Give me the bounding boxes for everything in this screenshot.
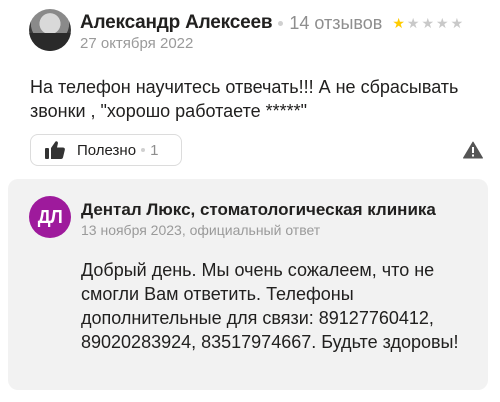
star-empty-icon: ★ <box>436 15 449 31</box>
useful-button[interactable]: Полезно 1 <box>30 134 182 166</box>
author-name[interactable]: Александр Алексеев <box>80 12 273 34</box>
rating-stars: ★ ★ ★ ★ ★ <box>392 16 463 30</box>
author-avatar[interactable] <box>29 9 71 51</box>
reply-date: 13 ноября 2023, официальный ответ <box>81 222 321 238</box>
author-row: Александр Алексеев 14 отзывов ★ ★ ★ ★ ★ <box>80 11 463 35</box>
star-empty-icon: ★ <box>421 15 435 31</box>
star-empty-icon: ★ <box>406 15 420 31</box>
useful-count: 1 <box>150 141 159 159</box>
separator-dot <box>278 20 284 26</box>
org-avatar[interactable]: ДЛ <box>29 196 71 238</box>
official-reply: ДЛ Дентал Люкс, стоматологическая клиник… <box>8 179 488 390</box>
review-date: 27 октября 2022 <box>80 35 194 52</box>
org-name[interactable]: Дентал Люкс, стоматологическая клиника <box>81 200 479 220</box>
reply-text: Добрый день. Мы очень сожалеем, что не с… <box>81 260 459 352</box>
star-empty-icon: ★ <box>450 15 464 31</box>
review-text: На телефон научитесь отвечать!!! А не сб… <box>30 77 459 121</box>
warning-triangle-icon[interactable] <box>463 141 483 159</box>
review-card: Александр Алексеев 14 отзывов ★ ★ ★ ★ ★ … <box>0 0 500 170</box>
separator-dot <box>141 148 146 152</box>
star-filled-icon: ★ <box>392 15 405 31</box>
author-reviews-count[interactable]: 14 отзывов <box>289 13 382 34</box>
useful-label: Полезно <box>77 141 137 159</box>
thumbs-up-icon <box>45 141 65 159</box>
